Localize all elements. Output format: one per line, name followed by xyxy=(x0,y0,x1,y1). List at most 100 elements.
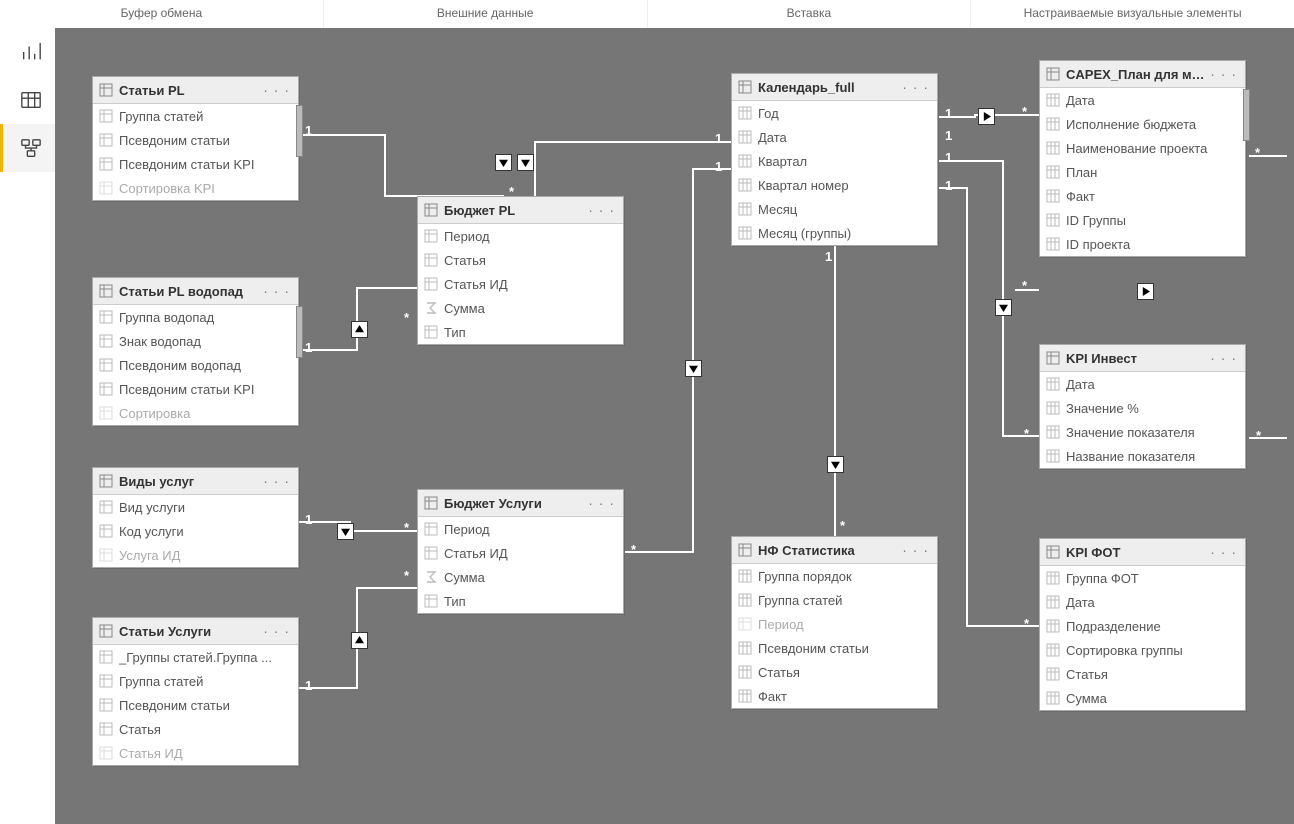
table-header[interactable]: Календарь_full · · · xyxy=(732,74,937,101)
field-row[interactable]: ID Группы xyxy=(1040,208,1245,232)
table-capex-plan[interactable]: CAPEX_План для мо... · · · Дата Исполнен… xyxy=(1039,60,1246,257)
table-more-icon[interactable]: · · · xyxy=(1208,350,1239,366)
table-kpi-fot[interactable]: KPI ФОТ · · · Группа ФОТ Дата Подразделе… xyxy=(1039,538,1246,711)
field-row[interactable]: ID проекта xyxy=(1040,232,1245,256)
table-more-icon[interactable]: · · · xyxy=(261,623,292,639)
field-row[interactable]: Статья ИД xyxy=(418,541,623,565)
cardinality-label: 1 xyxy=(825,249,832,264)
table-header[interactable]: Статьи PL водопад · · · xyxy=(93,278,298,305)
table-more-icon[interactable]: · · · xyxy=(261,473,292,489)
field-row[interactable]: Месяц xyxy=(732,197,937,221)
table-nf-statistika[interactable]: НФ Статистика · · · Группа порядок Групп… xyxy=(731,536,938,709)
table-icon xyxy=(20,89,42,111)
table-header[interactable]: Статьи PL · · · xyxy=(93,77,298,104)
field-row[interactable]: Псевдоним водопад xyxy=(93,353,298,377)
table-budzhet-pl[interactable]: Бюджет PL · · · Период Статья Статья ИД … xyxy=(417,196,624,345)
nav-data-view[interactable] xyxy=(0,76,58,124)
field-row[interactable]: Период xyxy=(732,612,937,636)
field-row[interactable]: Тип xyxy=(418,320,623,344)
field-row[interactable]: Знак водопад xyxy=(93,329,298,353)
field-row[interactable]: Сортировка KPI xyxy=(93,176,298,200)
field-row[interactable]: Значение % xyxy=(1040,396,1245,420)
table-stati-pl[interactable]: Статьи PL · · · Группа статей Псевдоним … xyxy=(92,76,299,201)
field-row[interactable]: Период xyxy=(418,224,623,248)
field-row[interactable]: Псевдоним статьи xyxy=(93,128,298,152)
field-row[interactable]: Сумма xyxy=(1040,686,1245,710)
nav-model-view[interactable] xyxy=(0,124,58,172)
field-row[interactable]: Статья xyxy=(732,660,937,684)
field-icon xyxy=(99,181,113,195)
table-header[interactable]: Бюджет Услуги · · · xyxy=(418,490,623,517)
field-row[interactable]: Псевдоним статьи xyxy=(732,636,937,660)
field-row[interactable]: Группа статей xyxy=(93,104,298,128)
field-row[interactable]: Сортировка xyxy=(93,401,298,425)
field-row[interactable]: Факт xyxy=(1040,184,1245,208)
field-row[interactable]: Группа статей xyxy=(93,669,298,693)
field-row[interactable]: Группа порядок xyxy=(732,564,937,588)
field-row[interactable]: Псевдоним статьи xyxy=(93,693,298,717)
field-row[interactable]: Год xyxy=(732,101,937,125)
field-row[interactable]: Исполнение бюджета xyxy=(1040,112,1245,136)
field-row[interactable]: Статья xyxy=(1040,662,1245,686)
field-row[interactable]: Сумма xyxy=(418,565,623,589)
table-kalendar-full[interactable]: Календарь_full · · · Год Дата Квартал Кв… xyxy=(731,73,938,246)
field-row[interactable]: Группа водопад xyxy=(93,305,298,329)
field-row[interactable]: Тип xyxy=(418,589,623,613)
scrollbar[interactable] xyxy=(296,105,303,157)
table-budzhet-uslugi[interactable]: Бюджет Услуги · · · Период Статья ИД Сум… xyxy=(417,489,624,614)
model-canvas[interactable]: 1 * 1 * 1 1 * 1 * 1 * 1 * 1 1 1 1 * * * … xyxy=(55,28,1294,824)
field-row[interactable]: Название показателя xyxy=(1040,444,1245,468)
field-row[interactable]: Статья ИД xyxy=(418,272,623,296)
field-row[interactable]: _Группы статей.Группа ... xyxy=(93,645,298,669)
field-row[interactable]: Группа ФОТ xyxy=(1040,566,1245,590)
table-stati-pl-vodopad[interactable]: Статьи PL водопад · · · Группа водопад З… xyxy=(92,277,299,426)
table-more-icon[interactable]: · · · xyxy=(586,495,617,511)
field-icon xyxy=(99,674,113,688)
table-kpi-invest[interactable]: KPI Инвест · · · Дата Значение % Значени… xyxy=(1039,344,1246,469)
field-row[interactable]: Квартал xyxy=(732,149,937,173)
table-header[interactable]: Виды услуг · · · xyxy=(93,468,298,495)
field-row[interactable]: Дата xyxy=(1040,88,1245,112)
field-row[interactable]: План xyxy=(1040,160,1245,184)
table-vidy-uslug[interactable]: Виды услуг · · · Вид услуги Код услуги У… xyxy=(92,467,299,568)
field-row[interactable]: Квартал номер xyxy=(732,173,937,197)
field-row[interactable]: Псевдоним статьи KPI xyxy=(93,377,298,401)
table-stati-uslugi[interactable]: Статьи Услуги · · · _Группы статей.Групп… xyxy=(92,617,299,766)
field-row[interactable]: Дата xyxy=(1040,590,1245,614)
field-row[interactable]: Вид услуги xyxy=(93,495,298,519)
field-row[interactable]: Период xyxy=(418,517,623,541)
table-header[interactable]: CAPEX_План для мо... · · · xyxy=(1040,61,1245,88)
field-row[interactable]: Статья xyxy=(418,248,623,272)
field-row[interactable]: Подразделение xyxy=(1040,614,1245,638)
field-row[interactable]: Значение показателя xyxy=(1040,420,1245,444)
field-row[interactable]: Дата xyxy=(1040,372,1245,396)
field-row[interactable]: Сумма xyxy=(418,296,623,320)
table-more-icon[interactable]: · · · xyxy=(586,202,617,218)
table-header[interactable]: Бюджет PL · · · xyxy=(418,197,623,224)
table-more-icon[interactable]: · · · xyxy=(1208,66,1239,82)
field-row[interactable]: Факт xyxy=(732,684,937,708)
field-row[interactable]: Наименование проекта xyxy=(1040,136,1245,160)
table-header[interactable]: Статьи Услуги · · · xyxy=(93,618,298,645)
table-more-icon[interactable]: · · · xyxy=(261,283,292,299)
field-row[interactable]: Месяц (группы) xyxy=(732,221,937,245)
table-more-icon[interactable]: · · · xyxy=(261,82,292,98)
scrollbar[interactable] xyxy=(1243,89,1250,141)
field-row[interactable]: Услуга ИД xyxy=(93,543,298,567)
field-row[interactable]: Статья xyxy=(93,717,298,741)
nav-report-view[interactable] xyxy=(0,28,58,76)
cardinality-label: 1 xyxy=(715,131,722,146)
table-more-icon[interactable]: · · · xyxy=(900,542,931,558)
field-row[interactable]: Псевдоним статьи KPI xyxy=(93,152,298,176)
table-more-icon[interactable]: · · · xyxy=(1208,544,1239,560)
scrollbar[interactable] xyxy=(296,306,303,358)
table-header[interactable]: НФ Статистика · · · xyxy=(732,537,937,564)
table-header[interactable]: KPI Инвест · · · xyxy=(1040,345,1245,372)
field-row[interactable]: Статья ИД xyxy=(93,741,298,765)
field-row[interactable]: Код услуги xyxy=(93,519,298,543)
field-row[interactable]: Группа статей xyxy=(732,588,937,612)
field-row[interactable]: Сортировка группы xyxy=(1040,638,1245,662)
field-row[interactable]: Дата xyxy=(732,125,937,149)
table-header[interactable]: KPI ФОТ · · · xyxy=(1040,539,1245,566)
table-more-icon[interactable]: · · · xyxy=(900,79,931,95)
